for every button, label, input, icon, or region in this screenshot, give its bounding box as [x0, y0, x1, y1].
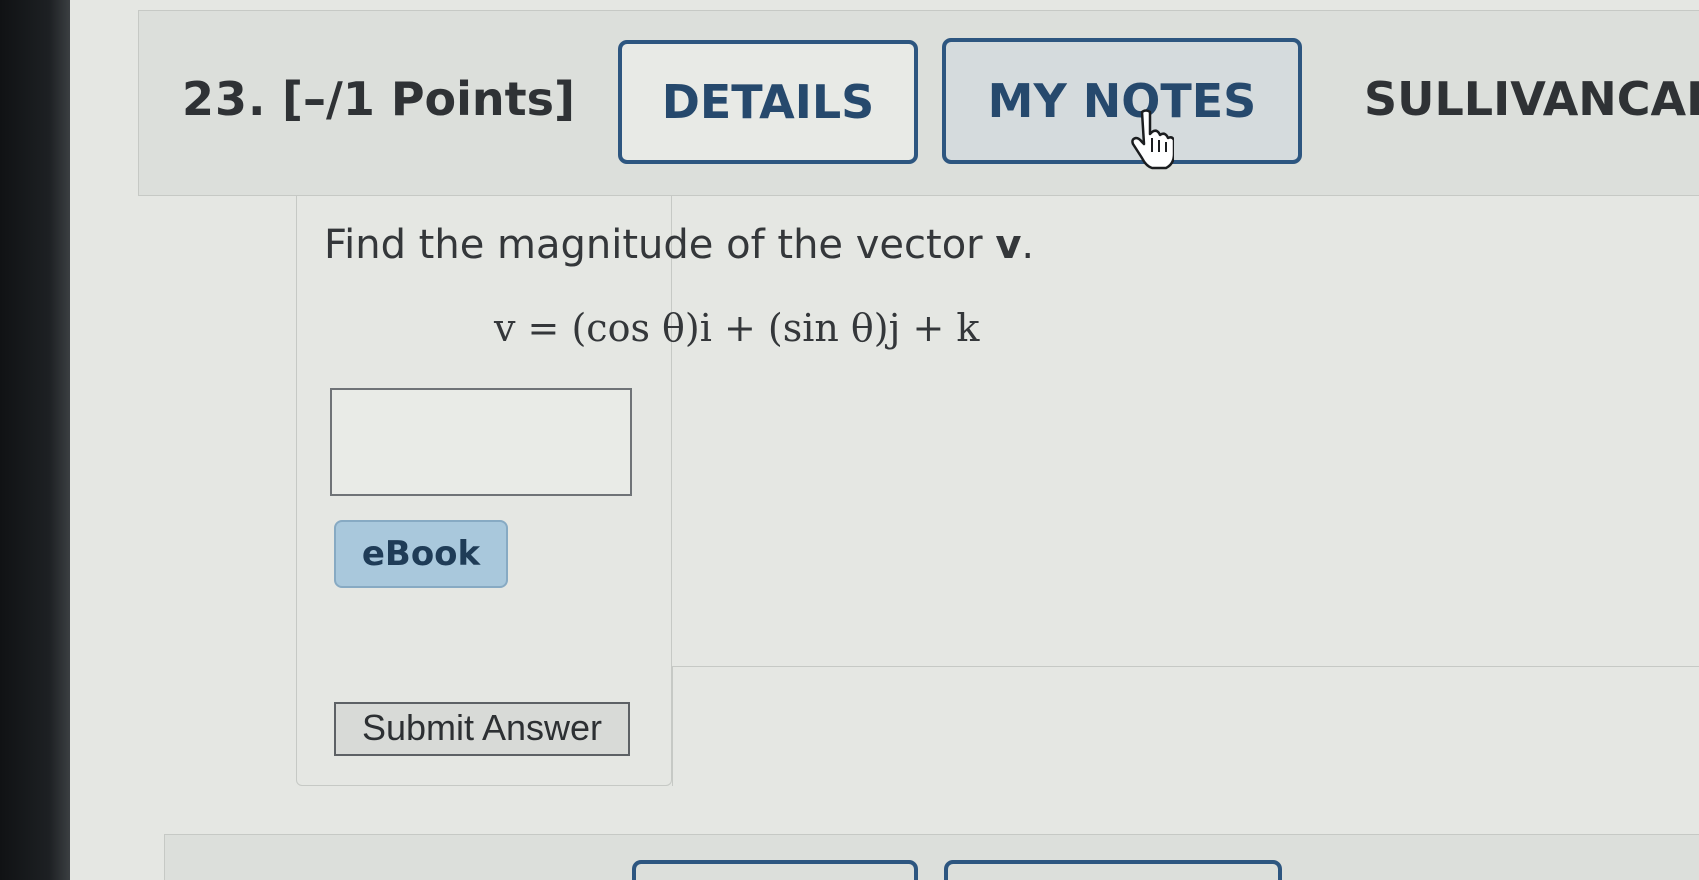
- question-prompt: Find the magnitude of the vector v.: [324, 222, 1034, 268]
- prompt-vector: v: [995, 222, 1022, 268]
- page: 23. [–/1 Points] DETAILS MY NOTES SULLIV…: [0, 0, 1699, 880]
- question-footer-panel: [672, 666, 1699, 786]
- question-points: [–/1 Points]: [282, 72, 576, 126]
- my-notes-button[interactable]: MY NOTES: [942, 38, 1302, 164]
- textbook-code: SULLIVANCAL: [1364, 72, 1699, 126]
- answer-input[interactable]: [330, 388, 632, 496]
- prompt-text: Find the magnitude of the vector: [324, 222, 996, 268]
- vector-equation: v = (cos θ)i + (sin θ)j + k: [494, 306, 980, 350]
- prompt-end: .: [1021, 222, 1035, 268]
- hand-pointer-icon: [1131, 109, 1174, 170]
- submit-answer-button[interactable]: Submit Answer: [334, 702, 630, 756]
- question-number: 23.: [182, 72, 267, 126]
- ebook-button[interactable]: eBook: [334, 520, 508, 588]
- next-my-notes-button[interactable]: [944, 860, 1282, 880]
- next-details-button[interactable]: [632, 860, 918, 880]
- next-question-header: [164, 834, 1699, 880]
- details-button[interactable]: DETAILS: [618, 40, 918, 164]
- screen-bezel: [0, 0, 70, 880]
